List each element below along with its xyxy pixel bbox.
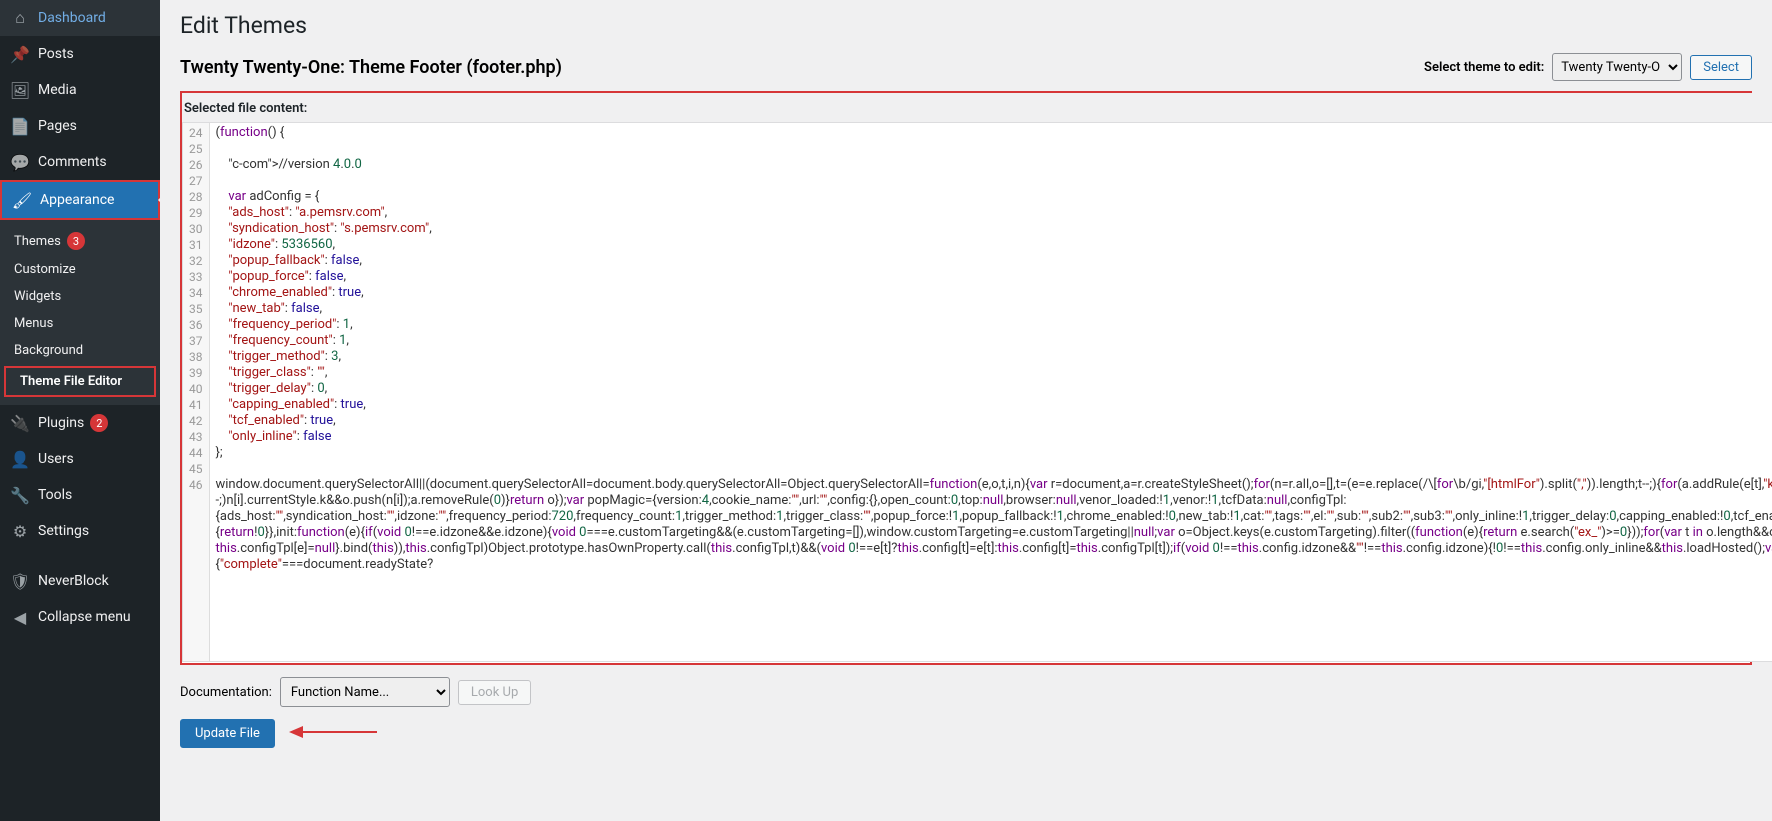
documentation-label: Documentation: [180, 685, 272, 700]
submenu-theme-file-editor[interactable]: Theme File Editor [6, 368, 154, 395]
sidebar-item-pages[interactable]: 📄 Pages [0, 108, 160, 144]
page-title: Edit Themes [180, 0, 1752, 43]
media-icon: 🖼 [10, 80, 30, 100]
sidebar-item-neverblock[interactable]: 🛡 NeverBlock [0, 563, 160, 599]
gear-icon: ⚙ [10, 521, 30, 541]
submenu-label: Widgets [14, 289, 61, 304]
submenu-label: Background [14, 343, 83, 358]
sidebar-item-posts[interactable]: 📌 Posts [0, 36, 160, 72]
submenu-label: Theme File Editor [20, 374, 122, 389]
collapse-icon: ◀ [10, 607, 30, 627]
arrow-icon [289, 720, 379, 748]
documentation-select[interactable]: Function Name... [280, 677, 450, 707]
sidebar-item-comments[interactable]: 💬 Comments [0, 144, 160, 180]
badge: 2 [90, 414, 108, 432]
sidebar-item-users[interactable]: 👤 Users [0, 441, 160, 477]
sidebar-item-label: Appearance [40, 192, 114, 208]
sidebar-item-label: Settings [38, 523, 89, 539]
sidebar-item-label: Posts [38, 46, 74, 62]
sidebar-item-label: Dashboard [38, 10, 106, 26]
submenu-customize[interactable]: Customize [0, 256, 160, 283]
sidebar-item-dashboard[interactable]: ⌂ Dashboard [0, 0, 160, 36]
appearance-submenu: Themes 3 Customize Widgets Menus Backgrou… [0, 220, 160, 405]
page-icon: 📄 [10, 116, 30, 136]
submenu-themes[interactable]: Themes 3 [0, 226, 160, 256]
select-theme-label: Select theme to edit: [1424, 60, 1544, 75]
update-file-button[interactable]: Update File [180, 719, 275, 748]
user-icon: 👤 [10, 449, 30, 469]
code-editor[interactable]: 2425262728293031323334353637383940414243… [182, 122, 1772, 662]
selected-file-label: Selected file content: [182, 93, 1772, 122]
sidebar-item-label: Users [38, 451, 74, 467]
sidebar-item-label: Tools [38, 487, 72, 503]
pin-icon: 📌 [10, 44, 30, 64]
sidebar-item-label: Media [38, 82, 77, 98]
sidebar-item-plugins[interactable]: 🔌 Plugins 2 [0, 405, 160, 441]
select-button[interactable]: Select [1690, 55, 1752, 80]
admin-sidebar: ⌂ Dashboard 📌 Posts 🖼 Media 📄 Pages 💬 Comment… [0, 0, 160, 821]
sidebar-item-settings[interactable]: ⚙ Settings [0, 513, 160, 549]
sidebar-item-label: Pages [38, 118, 77, 134]
editor-container: Selected file content: 24252627282930313… [180, 91, 1752, 665]
theme-select[interactable]: Twenty Twenty-O [1552, 53, 1682, 81]
submenu-menus[interactable]: Menus [0, 310, 160, 337]
badge: 3 [67, 232, 85, 250]
code-body[interactable]: (function() { "c-com">//version 4.0.0 va… [210, 123, 1772, 661]
brush-icon: 🖌 [12, 190, 32, 210]
sidebar-item-tools[interactable]: 🔧 Tools [0, 477, 160, 513]
sidebar-item-label: Comments [38, 154, 107, 170]
shield-icon: 🛡 [10, 571, 30, 591]
sidebar-item-collapse[interactable]: ◀ Collapse menu [0, 599, 160, 635]
main-content: Edit Themes Twenty Twenty-One: Theme Foo… [160, 0, 1772, 821]
plugin-icon: 🔌 [10, 413, 30, 433]
line-gutter: 2425262728293031323334353637383940414243… [183, 123, 210, 661]
submenu-widgets[interactable]: Widgets [0, 283, 160, 310]
sidebar-item-media[interactable]: 🖼 Media [0, 72, 160, 108]
dashboard-icon: ⌂ [10, 8, 30, 28]
sidebar-item-label: Collapse menu [38, 609, 131, 625]
lookup-button[interactable]: Look Up [458, 680, 531, 705]
submenu-background[interactable]: Background [0, 337, 160, 364]
sidebar-item-appearance[interactable]: 🖌 Appearance [2, 182, 158, 218]
comment-icon: 💬 [10, 152, 30, 172]
sidebar-item-label: Plugins [38, 415, 84, 431]
submenu-label: Customize [14, 262, 76, 277]
wrench-icon: 🔧 [10, 485, 30, 505]
file-subtitle: Twenty Twenty-One: Theme Footer (footer.… [180, 57, 562, 78]
sidebar-item-label: NeverBlock [38, 573, 109, 589]
submenu-label: Themes [14, 234, 61, 249]
submenu-label: Menus [14, 316, 53, 331]
